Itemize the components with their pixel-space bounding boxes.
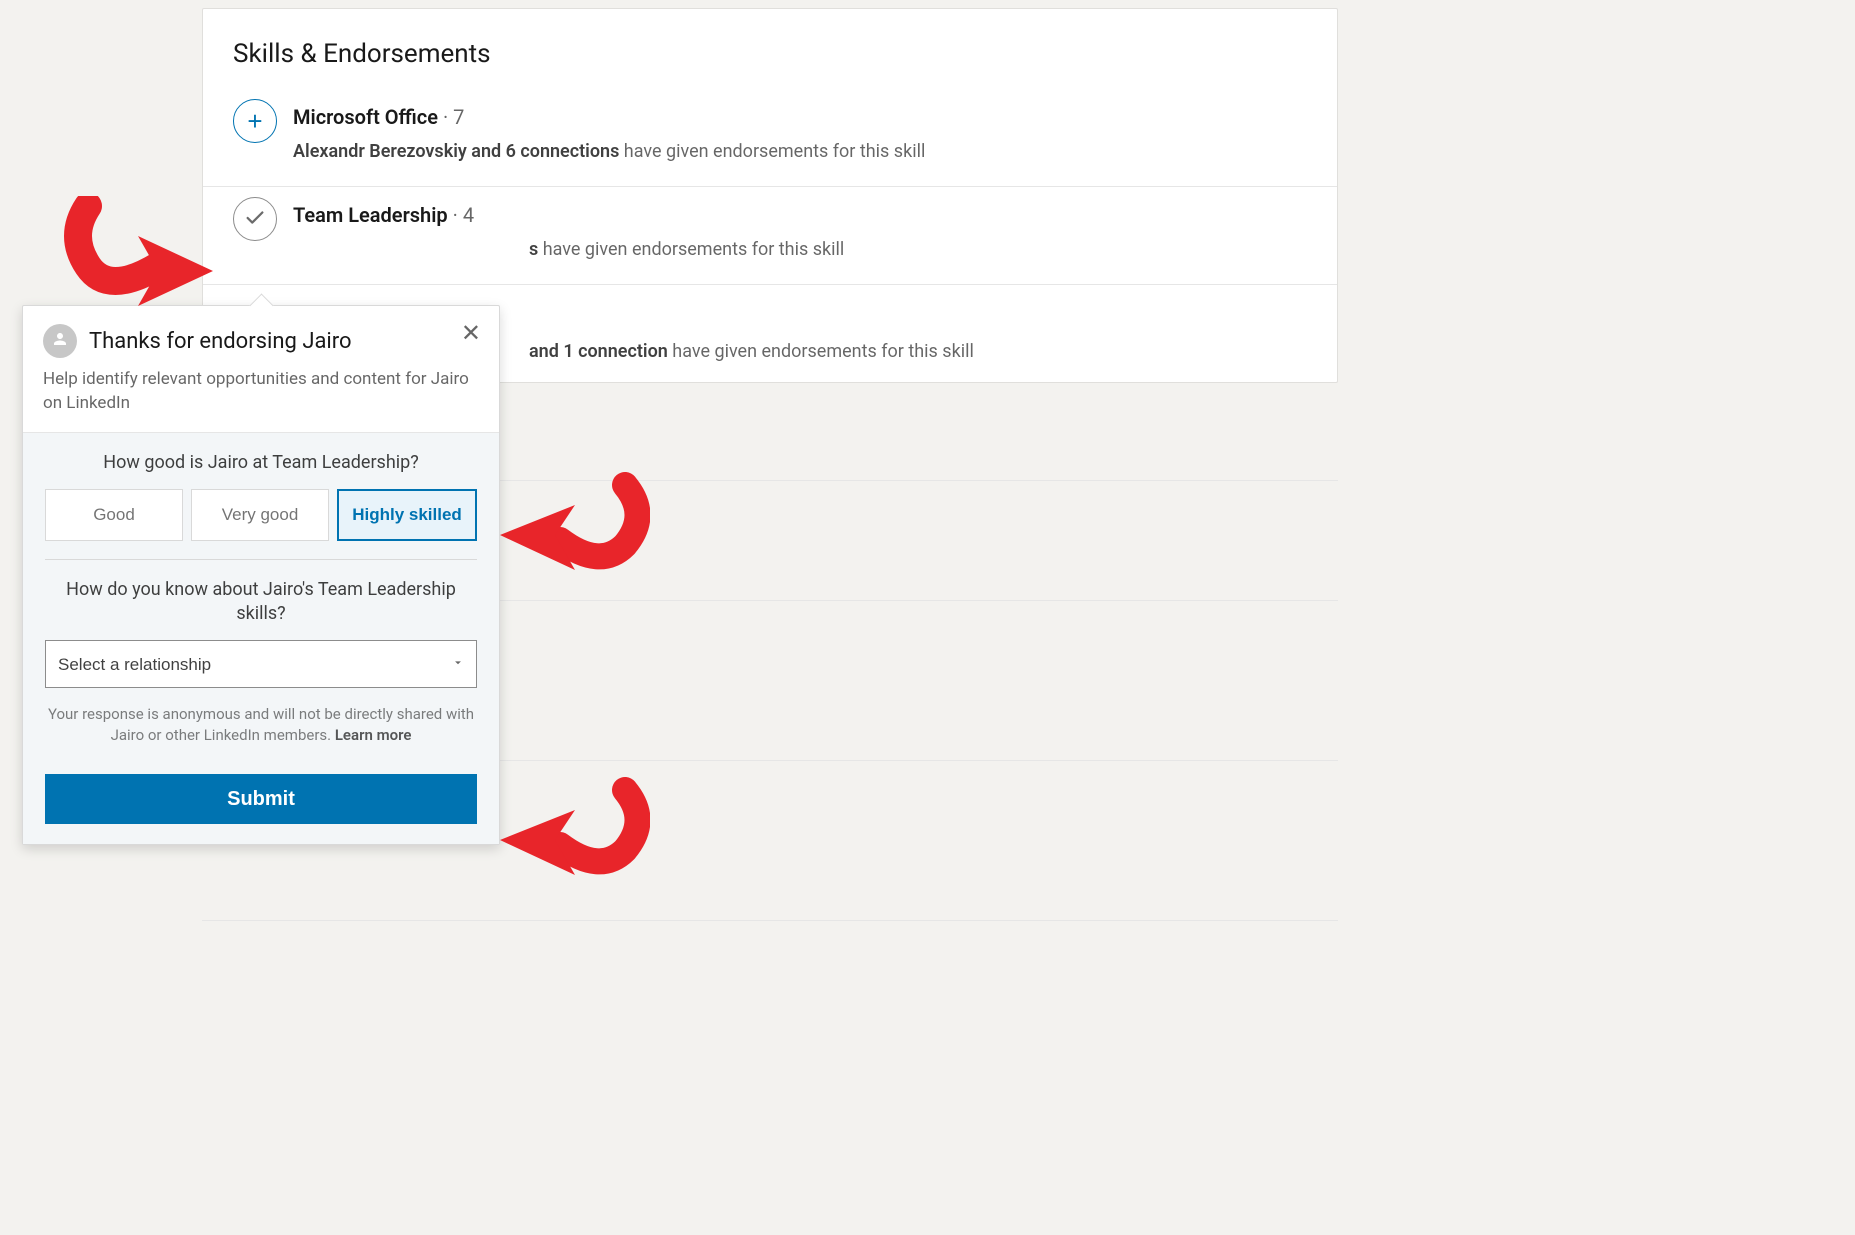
relationship-question: How do you know about Jairo's Team Leade…	[45, 578, 477, 627]
avatar	[43, 324, 77, 358]
skill-count: · 7	[443, 105, 464, 129]
option-highly-skilled[interactable]: Highly skilled	[337, 489, 477, 541]
person-icon	[51, 330, 69, 352]
skill-endorsement-description: s have given endorsements for this skill	[293, 239, 1307, 260]
endorsement-popover: Thanks for endorsing Jairo Help identify…	[22, 305, 500, 845]
learn-more-link[interactable]: Learn more	[335, 726, 412, 744]
plus-icon: +	[247, 108, 262, 134]
skill-level-options: Good Very good Highly skilled	[45, 489, 477, 560]
close-icon: ✕	[461, 320, 481, 347]
popover-title: Thanks for endorsing Jairo	[89, 329, 352, 354]
skill-count: · 4	[453, 203, 474, 227]
skill-row: + Microsoft Office · 7 Alexandr Berezovs…	[203, 89, 1337, 187]
section-title: Skills & Endorsements	[203, 39, 1337, 89]
submit-button[interactable]: Submit	[45, 774, 477, 824]
skill-row: Team Leadership · 4 s have given endorse…	[203, 187, 1337, 285]
skill-endorsement-description: Alexandr Berezovskiy and 6 connections h…	[293, 141, 1307, 162]
close-button[interactable]: ✕	[461, 322, 481, 346]
relationship-select[interactable]: Select a relationship	[45, 640, 477, 688]
skill-name[interactable]: Microsoft Office	[293, 105, 438, 129]
endorsed-button[interactable]	[233, 197, 277, 241]
popover-subtitle: Help identify relevant opportunities and…	[43, 368, 479, 416]
option-good[interactable]: Good	[45, 489, 183, 541]
check-icon	[244, 207, 266, 232]
endorse-button[interactable]: +	[233, 99, 277, 143]
option-very-good[interactable]: Very good	[191, 489, 329, 541]
skill-name[interactable]: Team Leadership	[293, 203, 448, 227]
disclaimer-text: Your response is anonymous and will not …	[45, 704, 477, 746]
skill-level-question: How good is Jairo at Team Leadership?	[45, 451, 477, 475]
